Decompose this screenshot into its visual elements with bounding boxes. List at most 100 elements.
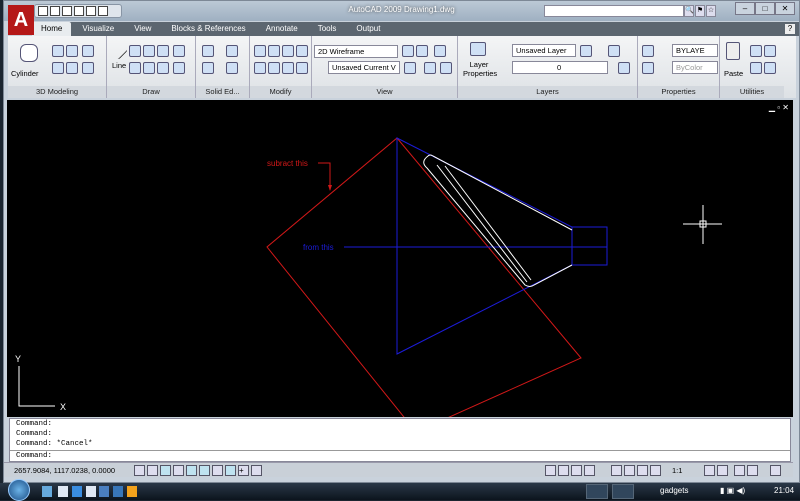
- loft-icon[interactable]: [52, 62, 64, 74]
- tray-icons[interactable]: ▮ ▣ ◀): [720, 486, 745, 495]
- ie-taskbar-button[interactable]: [612, 484, 634, 499]
- plot-style-dropdown[interactable]: ByColor: [672, 61, 718, 74]
- annotation-scale[interactable]: 1:1: [672, 466, 682, 475]
- grid-toggle[interactable]: [147, 465, 158, 476]
- tab-view[interactable]: View: [125, 22, 160, 36]
- help-icon[interactable]: ?: [785, 24, 795, 34]
- zoom-icon[interactable]: [404, 62, 416, 74]
- showmotion-button[interactable]: [650, 465, 661, 476]
- tab-home[interactable]: Home: [32, 22, 72, 36]
- panel-label[interactable]: Utilities: [720, 86, 784, 98]
- document-icon[interactable]: [86, 486, 96, 497]
- clean-screen-button[interactable]: [770, 465, 781, 476]
- match-properties-icon[interactable]: [642, 45, 654, 57]
- panel-label[interactable]: View: [312, 86, 457, 98]
- fillet-icon[interactable]: [296, 45, 308, 57]
- tab-output[interactable]: Output: [347, 22, 389, 36]
- ducs-toggle[interactable]: [212, 465, 223, 476]
- scale-icon[interactable]: [296, 62, 308, 74]
- color-dropdown[interactable]: BYLAYE: [672, 44, 718, 57]
- quick-view-button[interactable]: [584, 465, 595, 476]
- search-input[interactable]: [544, 5, 684, 17]
- minimize-button[interactable]: –: [735, 2, 755, 15]
- layer-state-dropdown[interactable]: Unsaved Layer: [512, 44, 576, 57]
- steeringwheel-button[interactable]: [637, 465, 648, 476]
- cylinder-button[interactable]: Cylinder: [11, 69, 39, 78]
- polyline-icon[interactable]: [129, 45, 141, 57]
- 3d-rotate-icon[interactable]: [268, 45, 280, 57]
- dyn-toggle[interactable]: [225, 465, 236, 476]
- view-cube-icon[interactable]: [402, 45, 414, 57]
- rotate-icon[interactable]: [254, 62, 266, 74]
- layer-properties-button[interactable]: Layer Properties: [463, 60, 497, 78]
- close-button[interactable]: ✕: [775, 2, 795, 15]
- snap-toggle[interactable]: [134, 465, 145, 476]
- quick-properties-toggle[interactable]: [251, 465, 262, 476]
- pan-button[interactable]: [611, 465, 622, 476]
- quickcalc-icon[interactable]: [764, 62, 776, 74]
- model-button[interactable]: [545, 465, 556, 476]
- search-icon[interactable]: 🔍: [684, 5, 694, 17]
- drawing-canvas[interactable]: ▁ ▫ ✕ subract this from this Y X: [7, 100, 793, 417]
- polar-toggle[interactable]: [173, 465, 184, 476]
- union-icon[interactable]: [202, 45, 214, 57]
- switch-windows-icon[interactable]: [42, 486, 52, 497]
- clipboard-icon[interactable]: [726, 42, 740, 60]
- circle-icon[interactable]: [173, 45, 185, 57]
- panel-label[interactable]: Layers: [458, 86, 637, 98]
- ortho-toggle[interactable]: [160, 465, 171, 476]
- lineweight-toggle[interactable]: +: [238, 465, 249, 476]
- erase-icon[interactable]: [282, 62, 294, 74]
- panel-label[interactable]: Properties: [638, 86, 719, 98]
- panel-label[interactable]: 3D Modeling: [8, 86, 106, 98]
- panel-label[interactable]: Modify: [250, 86, 311, 98]
- tab-blocks-references[interactable]: Blocks & References: [162, 22, 254, 36]
- polygon-icon[interactable]: [143, 62, 155, 74]
- document-icon[interactable]: [58, 486, 68, 497]
- tab-visualize[interactable]: Visualize: [73, 22, 123, 36]
- autocad-taskbar-button[interactable]: [586, 484, 608, 499]
- slice-icon[interactable]: [202, 62, 214, 74]
- cut-icon[interactable]: [750, 45, 762, 57]
- clock[interactable]: 21:04: [774, 486, 794, 495]
- command-window[interactable]: Command: Command: Command: *Cancel* Comm…: [9, 418, 791, 462]
- paste-special-icon[interactable]: [750, 62, 762, 74]
- copy-clip-icon[interactable]: [764, 45, 776, 57]
- media-player-icon[interactable]: [127, 486, 137, 497]
- layout1-button[interactable]: [558, 465, 569, 476]
- layer-walk-icon[interactable]: [618, 62, 630, 74]
- favorites-icon[interactable]: ☆: [706, 5, 716, 17]
- layer-off-icon[interactable]: [608, 45, 620, 57]
- move-icon[interactable]: [254, 45, 266, 57]
- list-icon[interactable]: [642, 62, 654, 74]
- zoom-button[interactable]: [624, 465, 635, 476]
- cylinder-icon[interactable]: [20, 44, 38, 62]
- viewport-icon[interactable]: [424, 62, 436, 74]
- otrack-toggle[interactable]: [199, 465, 210, 476]
- gradient-icon[interactable]: [157, 62, 169, 74]
- show-desktop-icon[interactable]: [99, 486, 109, 497]
- extrude-icon[interactable]: [66, 45, 78, 57]
- tab-annotate[interactable]: Annotate: [257, 22, 307, 36]
- hatch-icon[interactable]: [143, 45, 155, 57]
- 3d-array-icon[interactable]: [268, 62, 280, 74]
- layer-dropdown[interactable]: 0: [512, 61, 608, 74]
- arc-icon[interactable]: [173, 62, 185, 74]
- gadgets-label[interactable]: gadgets: [660, 486, 688, 495]
- steering-wheel-icon[interactable]: [416, 45, 428, 57]
- layer-properties-icon[interactable]: [470, 42, 486, 56]
- auto-scale-button[interactable]: [717, 465, 728, 476]
- pan-icon[interactable]: [434, 45, 446, 57]
- spline-icon[interactable]: [129, 62, 141, 74]
- named-view-dropdown[interactable]: Unsaved Current V: [328, 61, 400, 74]
- communication-icon[interactable]: ⚑: [695, 5, 705, 17]
- internet-explorer-icon[interactable]: [72, 486, 82, 497]
- panel-label[interactable]: Draw: [107, 86, 195, 98]
- lock-icon[interactable]: [747, 465, 758, 476]
- layout2-button[interactable]: [571, 465, 582, 476]
- line-button[interactable]: Line: [112, 61, 126, 70]
- tab-tools[interactable]: Tools: [309, 22, 346, 36]
- workspace-gear-icon[interactable]: [734, 465, 745, 476]
- table-icon[interactable]: [157, 45, 169, 57]
- annotation-visibility-button[interactable]: [704, 465, 715, 476]
